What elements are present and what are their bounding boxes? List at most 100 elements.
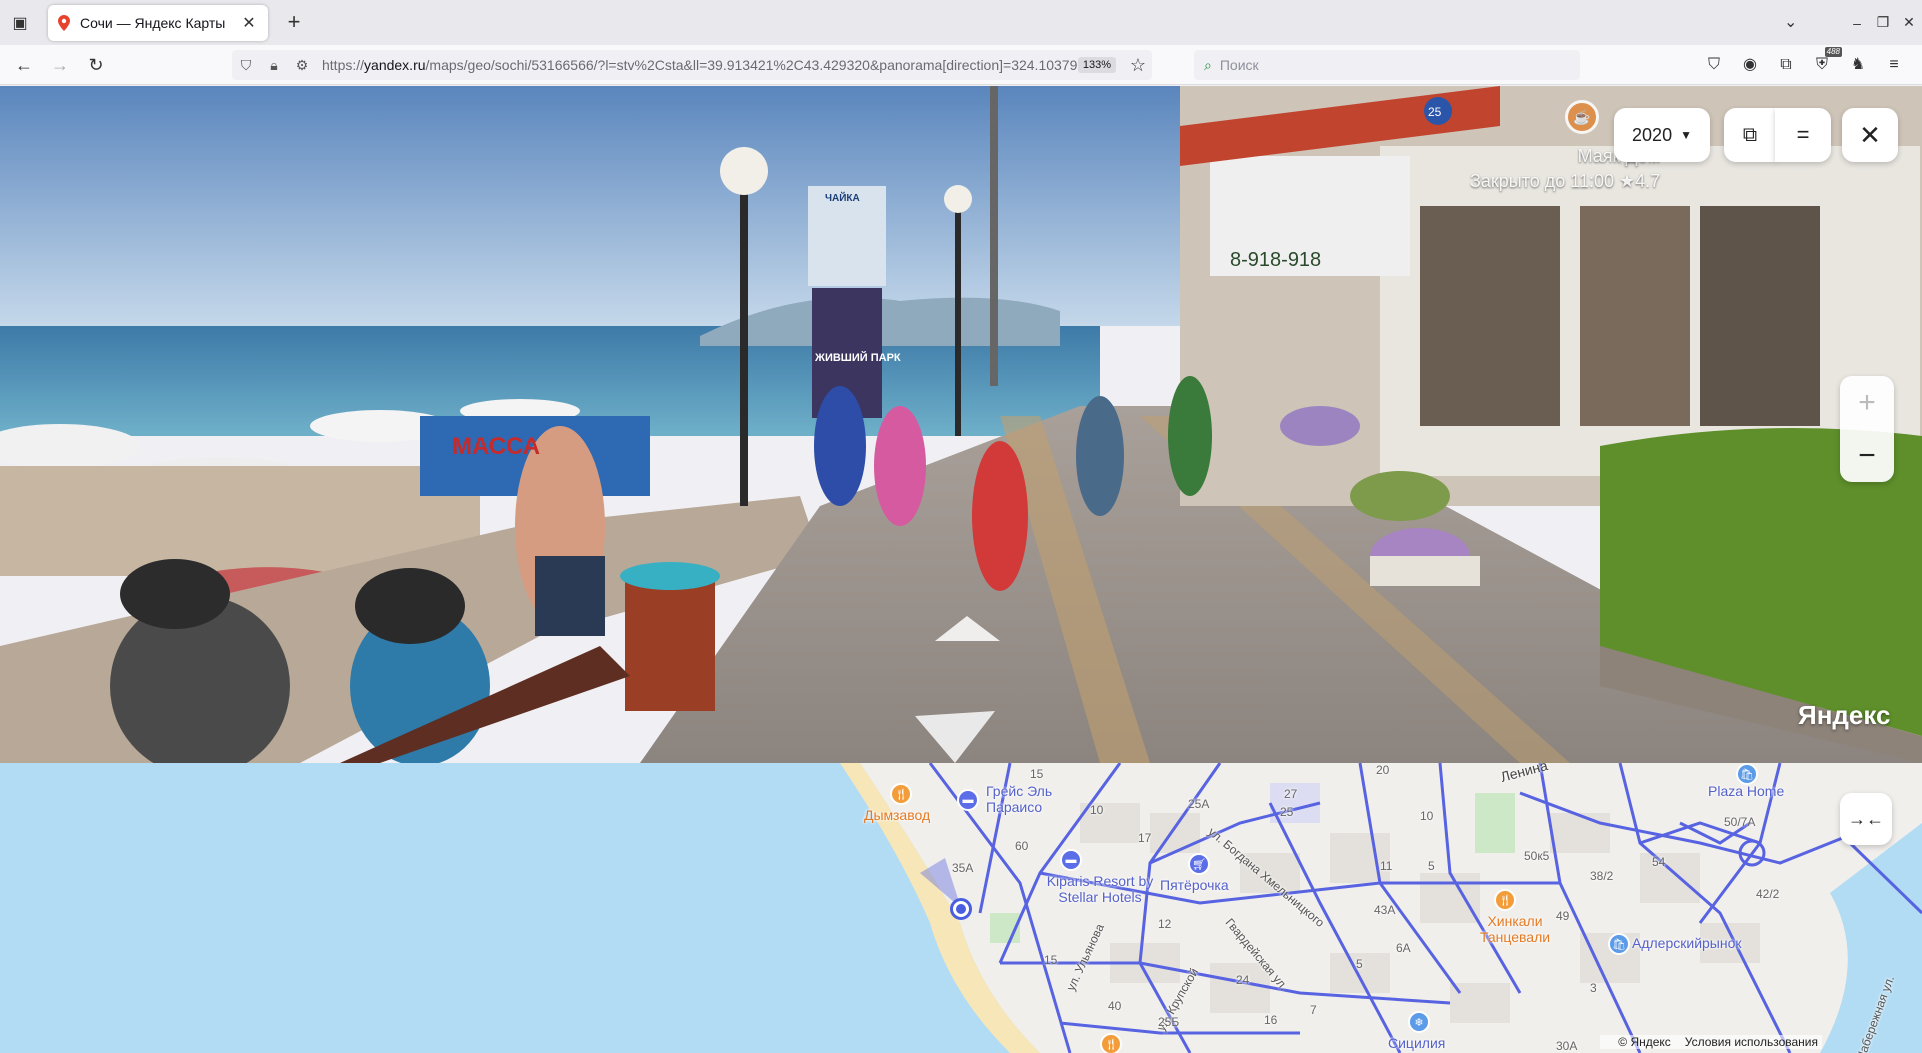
pocket-icon[interactable]: ⛉ xyxy=(1700,51,1728,79)
cart-pin-icon[interactable]: 🛒︎ xyxy=(1188,853,1210,875)
ublock-icon[interactable]: ⛨ 488 xyxy=(1808,47,1842,79)
label-adler[interactable]: Адлерскийрынок xyxy=(1632,935,1742,951)
house-number: 5 xyxy=(1428,859,1435,873)
house-number: 12 xyxy=(1158,917,1172,931)
house-number: 15 xyxy=(1044,953,1058,967)
close-window-icon[interactable]: ✕ xyxy=(1896,14,1922,31)
close-panorama-button[interactable]: ✕ xyxy=(1842,108,1898,162)
panorama-menu-button[interactable]: = xyxy=(1775,108,1831,162)
tab-list-icon[interactable]: ▣ xyxy=(0,0,40,45)
label-pyaterochka[interactable]: Пятёрочка xyxy=(1160,877,1229,893)
house-number: 30А xyxy=(1556,1039,1578,1053)
restaurant-pin-icon[interactable]: 🍴︎ xyxy=(1100,1033,1122,1053)
forward-button[interactable]: → xyxy=(46,51,74,79)
market-pin-icon[interactable]: 🛍︎ xyxy=(1608,933,1630,955)
year-select[interactable]: 2020 ▼ xyxy=(1614,108,1710,162)
copyright-text: © Яндекс xyxy=(1618,1035,1671,1049)
search-placeholder: Поиск xyxy=(1219,57,1259,73)
fox-extension-icon[interactable]: ♞ xyxy=(1844,51,1872,79)
close-tab-icon[interactable]: ✕ xyxy=(240,13,258,33)
label-sicily[interactable]: Сицилия xyxy=(1388,1035,1445,1051)
restaurant-pin-icon[interactable]: 🍴︎ xyxy=(1494,889,1516,911)
map-pin-icon xyxy=(58,15,70,31)
house-number: 60 xyxy=(1015,839,1029,853)
year-value: 2020 xyxy=(1632,124,1673,145)
sign-phone: 8-918-918 xyxy=(1230,249,1321,271)
snowflake-pin-icon[interactable]: ❄ xyxy=(1408,1011,1430,1033)
poi-status: Закрыто до 11:00 xyxy=(1470,171,1614,191)
house-number: 5 xyxy=(1356,957,1363,971)
label-plaza[interactable]: Plaza Home xyxy=(1708,783,1784,799)
house-number: 10 xyxy=(1420,809,1434,823)
shield-icon[interactable]: ⛉ xyxy=(232,57,260,74)
house-number: 54 xyxy=(1652,855,1666,869)
mini-map[interactable]: 🍴︎ Дымзавод ▬ Грейс Эль Параисо ▬ Kipari… xyxy=(0,763,1922,1053)
minimize-icon[interactable]: – xyxy=(1844,15,1870,31)
url-text[interactable]: https://yandex.ru/maps/geo/sochi/5316656… xyxy=(322,57,1078,73)
house-number: 42/2 xyxy=(1756,887,1780,901)
house-number: 50к5 xyxy=(1524,849,1550,863)
account-icon[interactable]: ◉ xyxy=(1736,51,1764,79)
toolbar-icons: ⛉ ◉ ⧉ ⛨ 488 ♞ ≡ xyxy=(1700,47,1908,79)
mall-pin-icon[interactable]: 🛍︎ xyxy=(1736,763,1758,785)
search-icon: ⌕ xyxy=(1204,56,1212,73)
restore-icon[interactable]: ❐ xyxy=(1870,14,1896,31)
house-number: 38/2 xyxy=(1590,869,1614,883)
hotel-pin-icon[interactable]: ▬ xyxy=(957,789,979,811)
label-khinkali[interactable]: Хинкали Танцевали xyxy=(1470,913,1560,945)
panorama-zoom-controls: + − xyxy=(1840,376,1894,482)
zoom-out-button[interactable]: − xyxy=(1840,429,1894,482)
terms-link[interactable]: Условия использования xyxy=(1685,1035,1818,1049)
navigation-bar: ← → ↻ ⛉ 🔒︎ ⚙ https://yandex.ru/maps/geo/… xyxy=(0,45,1922,85)
extensions-icon[interactable]: ⧉ xyxy=(1772,51,1800,79)
house-number: 7 xyxy=(1310,1003,1317,1017)
browser-tab[interactable]: Сочи — Яндекс Карты ✕ xyxy=(48,5,268,41)
window-controls: – ❐ ✕ xyxy=(1844,0,1922,45)
map-footer: © Яндекс Условия использования xyxy=(1600,1035,1822,1049)
reload-button[interactable]: ↻ xyxy=(82,51,110,79)
zoom-level-badge[interactable]: 133% xyxy=(1077,57,1116,73)
house-number: 24 xyxy=(1236,973,1250,987)
house-number: 3 xyxy=(1590,981,1597,995)
sign-park: ЖИВШИЙ ПАРК xyxy=(814,351,901,364)
zoom-in-button[interactable]: + xyxy=(1840,376,1894,429)
current-position-marker[interactable] xyxy=(950,898,972,920)
house-number: 11 xyxy=(1380,859,1393,873)
open-external-button[interactable]: ⧉ xyxy=(1724,108,1776,162)
house-number: 25 xyxy=(1280,805,1294,819)
collapse-map-button[interactable]: →← xyxy=(1840,793,1892,845)
bookmark-star-icon[interactable]: ☆ xyxy=(1124,55,1152,76)
url-bar[interactable]: ⛉ 🔒︎ ⚙ https://yandex.ru/maps/geo/sochi/… xyxy=(232,50,1152,80)
house-number: 20 xyxy=(1376,763,1390,777)
hotel-pin-icon[interactable]: ▬ xyxy=(1060,849,1082,871)
house-number: 50/7А xyxy=(1724,815,1756,829)
label-dymzavod[interactable]: Дымзавод xyxy=(864,807,930,823)
house-number: 6А xyxy=(1396,941,1411,955)
permissions-icon[interactable]: ⚙ xyxy=(288,57,316,74)
sign-number: 25 xyxy=(1428,105,1442,119)
house-number: 27 xyxy=(1284,787,1298,801)
caret-down-icon: ▼ xyxy=(1680,128,1692,142)
house-number: 16 xyxy=(1264,1013,1278,1027)
chevron-down-icon[interactable]: ⌄ xyxy=(1784,12,1797,32)
hamburger-menu-icon[interactable]: ≡ xyxy=(1880,51,1908,79)
house-number: 35А xyxy=(952,861,974,875)
back-button[interactable]: ← xyxy=(10,51,38,79)
street-panorama[interactable]: МАССА ЧАЙКА ЖИВШИЙ ПАРК 8-918-918 25 ☕ М… xyxy=(0,86,1922,763)
cafe-poi-icon[interactable]: ☕ xyxy=(1565,100,1599,134)
sign-chayka: ЧАЙКА xyxy=(825,191,860,204)
label-greys[interactable]: Грейс Эль Параисо xyxy=(986,783,1076,815)
extension-badge: 488 xyxy=(1824,47,1842,57)
search-input[interactable]: ⌕ Поиск xyxy=(1194,50,1580,80)
house-number: 40 xyxy=(1108,999,1122,1013)
house-number: 25А xyxy=(1188,797,1210,811)
tab-bar: ▣ Сочи — Яндекс Карты ✕ + ⌄ – ❐ ✕ xyxy=(0,0,1922,45)
sign-massage: МАССА xyxy=(452,433,540,460)
label-kiparis[interactable]: Kiparis Resort by Stellar Hotels xyxy=(1040,873,1160,905)
yandex-watermark: Яндекс xyxy=(1798,700,1891,730)
restaurant-pin-icon[interactable]: 🍴︎ xyxy=(890,783,912,805)
poi-rating: ★4.7 xyxy=(1619,171,1661,191)
lock-icon[interactable]: 🔒︎ xyxy=(260,57,288,74)
new-tab-button[interactable]: + xyxy=(280,9,308,37)
house-number: 17 xyxy=(1138,831,1152,845)
